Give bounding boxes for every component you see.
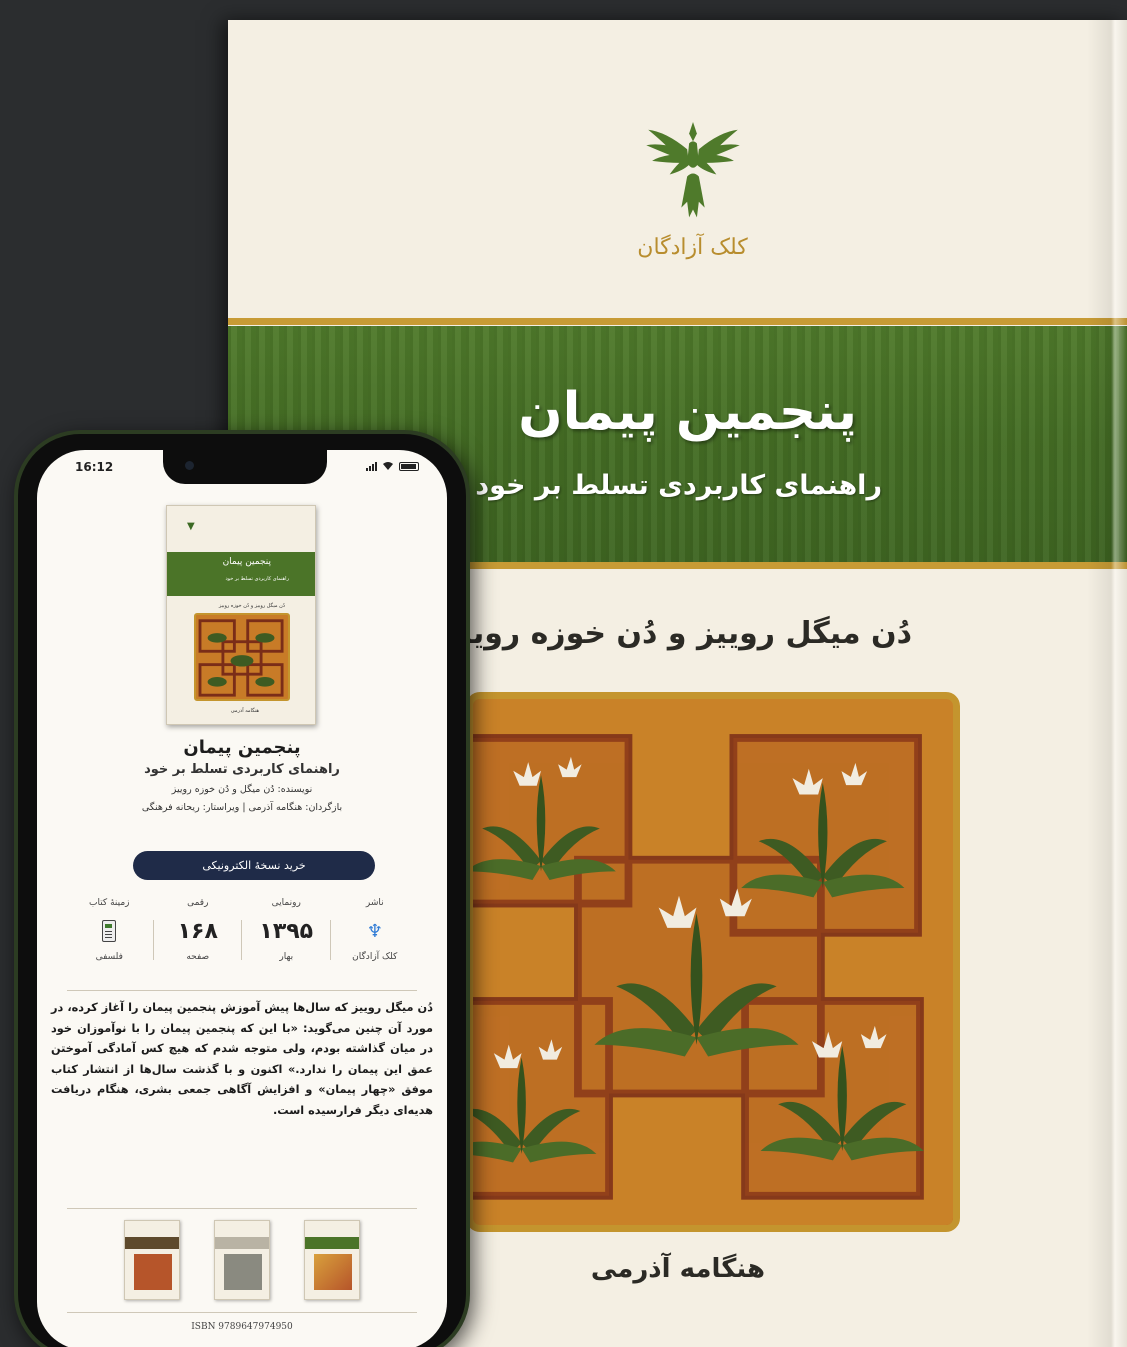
- book-subtitle: راهنمای کاربردی تسلط بر خود: [144, 762, 340, 777]
- related-book-art: [224, 1254, 262, 1290]
- related-book-band: [215, 1237, 269, 1249]
- related-books: [37, 1220, 447, 1300]
- meta-value: ۱۶۸: [177, 919, 218, 944]
- meta-sub: کلک آزادگان: [352, 952, 398, 962]
- thumbnail-translator: هنگامه آذرمی: [230, 708, 259, 714]
- thumbnail-title: پنجمین پیمان: [222, 557, 271, 567]
- spine-shade: [1087, 20, 1127, 1347]
- camera-icon: [185, 461, 194, 470]
- related-book-art: [314, 1254, 352, 1290]
- battery-icon: [399, 461, 419, 471]
- related-book[interactable]: [124, 1220, 180, 1300]
- book-title: پنجمین پیمان: [183, 737, 301, 758]
- status-time: 16:12: [75, 460, 114, 474]
- cover-artwork: [466, 692, 960, 1232]
- meta-genre: زمینهٔ کتاب فلسفی: [65, 898, 154, 982]
- meta-key: رونمایی: [271, 898, 301, 908]
- divider: [67, 1208, 417, 1209]
- meta-key: رقمی: [187, 898, 209, 908]
- status-icons: [366, 461, 419, 471]
- meta-sub: بهار: [279, 952, 294, 962]
- eagle-logo-icon: [645, 121, 740, 218]
- book-meta: ناشر ♆ کلک آزادگان رونمایی ۱۳۹۵ بهار رقم…: [65, 898, 419, 982]
- wifi-icon: [383, 462, 393, 470]
- meta-sub: فلسفی: [95, 952, 123, 962]
- divider: [67, 1312, 417, 1313]
- book-credits: بازگردان: هنگامه آذرمی | ویراستار: ریحان…: [141, 802, 343, 813]
- notch: [163, 450, 327, 484]
- publisher-logo: کلک آزادگان: [228, 120, 1127, 260]
- book-thumbnail[interactable]: ▼ پنجمین پیمان راهنمای کاربردی تسلط بر خ…: [166, 505, 316, 725]
- meta-sub: صفحه: [186, 952, 210, 962]
- related-book[interactable]: [214, 1220, 270, 1300]
- cover-title: پنجمین پیمان: [518, 382, 857, 442]
- cover-subtitle: راهنمای کاربردی تسلط بر خود: [475, 470, 882, 501]
- cover-authors: دُن میگل روییز و دُن خوزه روییز: [442, 616, 912, 651]
- thumbnail-authors: دُن میگل روییز و دُن خوزه روییز: [218, 603, 285, 609]
- divider: [67, 990, 417, 991]
- signal-icon: [366, 461, 377, 471]
- book-description: دُن میگل روییز که سال‌ها پیش آموزش پنجمی…: [51, 1001, 433, 1117]
- publisher-logo-icon: ♆: [366, 921, 383, 942]
- phone-screen: 16:12 ▼ پنجمین پیمان راهنمای کاربردی تسل…: [37, 450, 447, 1347]
- buy-ebook-button[interactable]: خرید نسخهٔ الکترونیکی: [133, 851, 375, 880]
- related-book[interactable]: [304, 1220, 360, 1300]
- related-book-art: [134, 1254, 172, 1290]
- related-book-band: [305, 1237, 359, 1249]
- thumbnail-subtitle: راهنمای کاربردی تسلط بر خود: [225, 576, 289, 582]
- meta-key: زمینهٔ کتاب: [89, 898, 130, 908]
- thumbnail-logo-icon: ▼: [187, 521, 195, 532]
- related-book-band: [125, 1237, 179, 1249]
- phone-mockup: 16:12 ▼ پنجمین پیمان راهنمای کاربردی تسل…: [14, 430, 470, 1347]
- meta-key: ناشر: [365, 898, 384, 908]
- publisher-name: کلک آزادگان: [637, 235, 748, 260]
- thumbnail-artwork: [194, 613, 290, 701]
- calculator-icon: [102, 920, 117, 942]
- book-author: نویسنده: دُن میگل و دُن خوزه روییز: [171, 784, 313, 795]
- meta-value: ۱۳۹۵: [259, 919, 314, 944]
- cover-translator: هنگامه آذرمی: [590, 1254, 765, 1284]
- meta-pages: رقمی ۱۶۸ صفحه: [154, 898, 243, 982]
- isbn: ISBN 9789647974950: [191, 1322, 293, 1332]
- gold-divider: [228, 318, 1127, 325]
- meta-publisher: ناشر ♆ کلک آزادگان: [331, 898, 420, 982]
- meta-release: رونمایی ۱۳۹۵ بهار: [242, 898, 331, 982]
